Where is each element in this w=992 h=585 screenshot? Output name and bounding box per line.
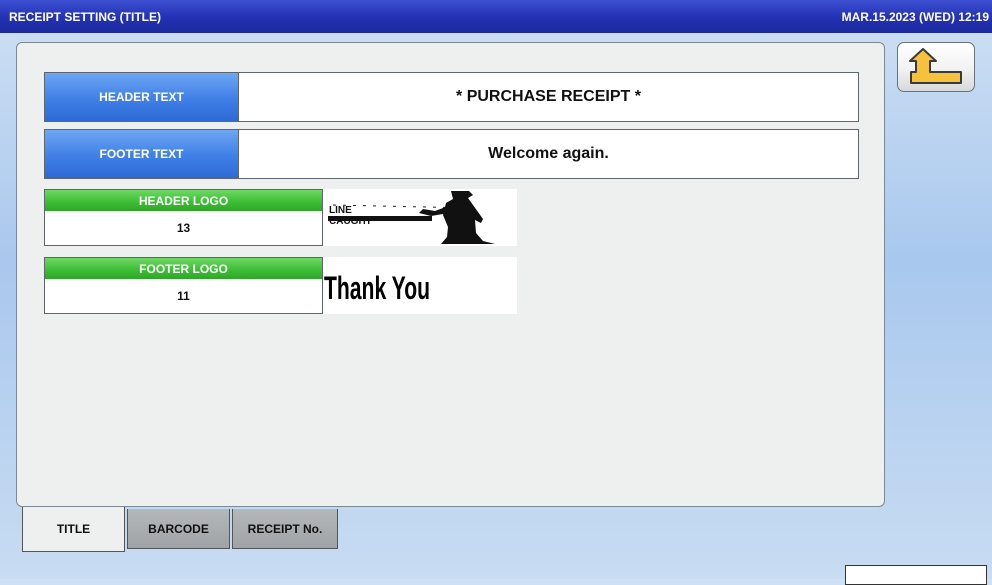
- header-logo-image: LINE CAUGHT: [323, 189, 517, 246]
- logo-text-line: LINE: [329, 205, 352, 216]
- footer-text-button[interactable]: FOOTER TEXT: [45, 130, 239, 178]
- tab-title[interactable]: TITLE: [22, 507, 125, 552]
- header-text-value: * PURCHASE RECEIPT *: [456, 88, 641, 105]
- tab-receipt-no[interactable]: RECEIPT No.: [232, 509, 338, 549]
- footer-text-value: Welcome again.: [488, 145, 609, 162]
- footer-text-row: FOOTER TEXT Welcome again.: [44, 129, 859, 179]
- header-logo-number: 13: [176, 221, 191, 235]
- return-arrow-icon: [909, 48, 962, 84]
- tab-barcode[interactable]: BARCODE: [127, 509, 230, 549]
- title-bar: RECEIPT SETTING (TITLE) MAR.15.2023 (WED…: [0, 0, 992, 33]
- footer-logo-row[interactable]: FOOTER LOGO 11: [44, 257, 323, 314]
- thank-you-text: Thank You: [324, 270, 430, 306]
- status-box: [845, 565, 987, 585]
- header-text-button[interactable]: HEADER TEXT: [45, 73, 239, 121]
- footer-logo-button[interactable]: FOOTER LOGO: [45, 258, 322, 279]
- footer-logo-picture: Thank You: [324, 270, 430, 306]
- footer-logo-image: Thank You: [323, 257, 517, 314]
- page-title: RECEIPT SETTING (TITLE): [9, 10, 161, 24]
- footer-logo-number: 11: [177, 289, 190, 303]
- header-logo-picture: LINE CAUGHT: [328, 191, 495, 244]
- header-logo-row[interactable]: HEADER LOGO 13: [44, 189, 323, 246]
- back-button[interactable]: [897, 42, 975, 92]
- header-text-row: HEADER TEXT * PURCHASE RECEIPT *: [44, 72, 859, 122]
- header-logo-button[interactable]: HEADER LOGO: [45, 190, 322, 211]
- date-time: MAR.15.2023 (WED) 12:19: [841, 10, 989, 24]
